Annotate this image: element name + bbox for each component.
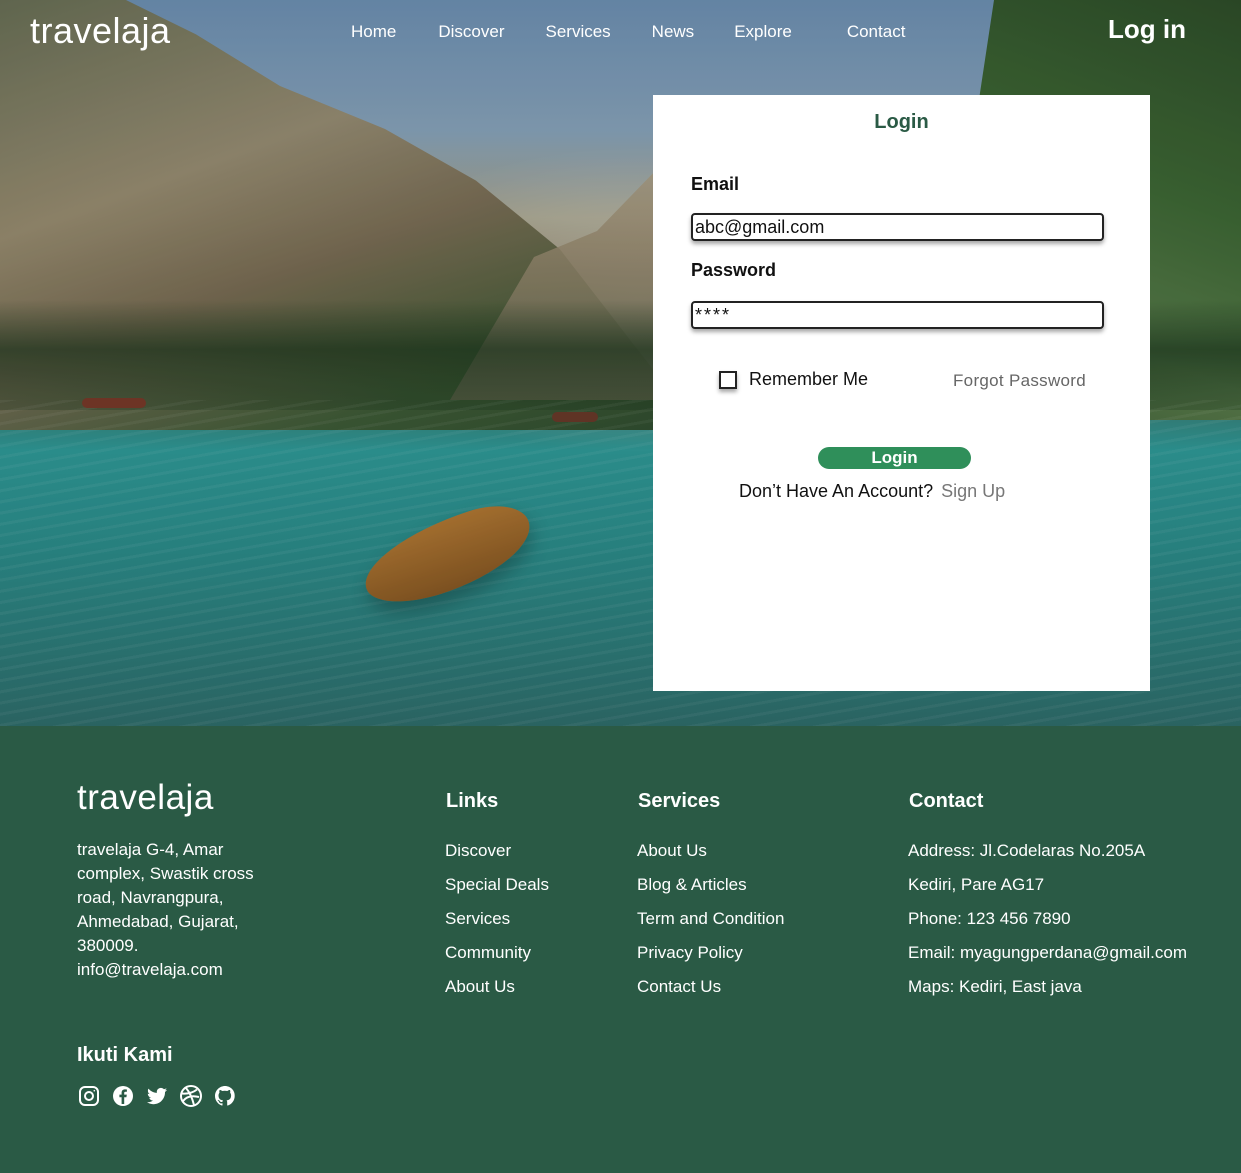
list-item: Services (445, 908, 549, 942)
remember-me[interactable]: Remember Me (719, 369, 868, 390)
services-heading: Services (638, 790, 721, 812)
header-login-link[interactable]: Log in (1108, 14, 1186, 45)
github-icon[interactable] (213, 1083, 237, 1109)
contact-city: Kediri, Pare AG17 (908, 875, 1045, 894)
signup-link[interactable]: Sign Up (941, 481, 1005, 502)
nav-services[interactable]: Services (545, 22, 610, 42)
follow-heading: Ikuti Kami (77, 1044, 173, 1066)
forgot-password-link[interactable]: Forgot Password (953, 371, 1086, 391)
list-item: Blog & Articles (637, 874, 784, 908)
list-item: Community (445, 942, 549, 976)
list-item: Special Deals (445, 874, 549, 908)
nav-explore[interactable]: Explore (734, 22, 792, 42)
login-title: Login (874, 111, 929, 133)
footer-brand-logo[interactable]: travelaja (77, 778, 214, 818)
password-label: Password (691, 260, 777, 280)
instagram-icon[interactable] (77, 1083, 101, 1109)
list-item: Discover (445, 840, 549, 874)
footer-link-special-deals[interactable]: Special Deals (445, 875, 549, 894)
nav-discover[interactable]: Discover (438, 22, 504, 42)
footer-link-community[interactable]: Community (445, 943, 531, 962)
footer-links-list: Discover Special Deals Services Communit… (445, 840, 549, 1010)
facebook-icon[interactable] (111, 1083, 135, 1109)
remember-label: Remember Me (749, 369, 869, 389)
footer-service-blog[interactable]: Blog & Articles (637, 875, 747, 894)
footer-service-privacy[interactable]: Privacy Policy (637, 943, 743, 962)
contact-address: Address: Jl.Codelaras No.205A (908, 841, 1146, 860)
nav-home[interactable]: Home (351, 22, 396, 42)
signup-row: Don’t Have An Account? Sign Up (739, 481, 1005, 502)
footer-link-discover[interactable]: Discover (445, 841, 511, 860)
footer-contact-list: Address: Jl.Codelaras No.205A Kediri, Pa… (908, 840, 1187, 1010)
brand-logo[interactable]: travelaja (30, 10, 171, 52)
contact-maps: Maps: Kediri, East java (908, 977, 1082, 996)
address-line: road, Navrangpura, (77, 888, 224, 907)
password-field[interactable] (691, 301, 1104, 329)
top-nav: Home Discover Services News Explore Cont… (351, 20, 905, 44)
footer-link-services[interactable]: Services (445, 909, 510, 928)
nav-news[interactable]: News (652, 22, 695, 42)
footer-service-contact-us[interactable]: Contact Us (637, 977, 721, 996)
hero-background: travelaja Home Discover Services News Ex… (0, 0, 1241, 726)
footer-address: travelaja G-4, Amar complex, Swastik cro… (77, 838, 337, 982)
footer: travelaja travelaja G-4, Amar complex, S… (0, 726, 1241, 1173)
list-item: Privacy Policy (637, 942, 784, 976)
dribbble-icon[interactable] (179, 1083, 203, 1109)
contact-phone: Phone: 123 456 7890 (908, 909, 1071, 928)
list-item: Term and Condition (637, 908, 784, 942)
footer-link-about-us[interactable]: About Us (445, 977, 515, 996)
contact-heading: Contact (909, 790, 984, 812)
footer-email[interactable]: info@travelaja.com (77, 958, 337, 982)
no-account-text: Don’t Have An Account? (739, 481, 934, 501)
address-line: Ahmedabad, Gujarat, (77, 912, 239, 931)
nav-contact[interactable]: Contact (847, 22, 906, 42)
list-item: Contact Us (637, 976, 784, 1010)
social-icons (77, 1083, 237, 1109)
address-line: travelaja G-4, Amar (77, 840, 224, 859)
footer-service-terms[interactable]: Term and Condition (637, 909, 784, 928)
login-card: Login Email Password Remember Me Forgot … (653, 95, 1150, 691)
twitter-icon[interactable] (145, 1083, 169, 1109)
contact-email: Email: myagungperdana@gmail.com (908, 943, 1187, 962)
footer-service-about-us[interactable]: About Us (637, 841, 707, 860)
login-button[interactable]: Login (818, 447, 971, 469)
address-line: complex, Swastik cross (77, 864, 254, 883)
email-label: Email (691, 174, 740, 194)
list-item: About Us (637, 840, 784, 874)
links-heading: Links (446, 790, 499, 812)
list-item: About Us (445, 976, 549, 1010)
remember-checkbox[interactable] (719, 370, 737, 389)
address-line: 380009. (77, 936, 139, 955)
email-field[interactable] (691, 213, 1104, 241)
footer-services-list: About Us Blog & Articles Term and Condit… (637, 840, 784, 1010)
